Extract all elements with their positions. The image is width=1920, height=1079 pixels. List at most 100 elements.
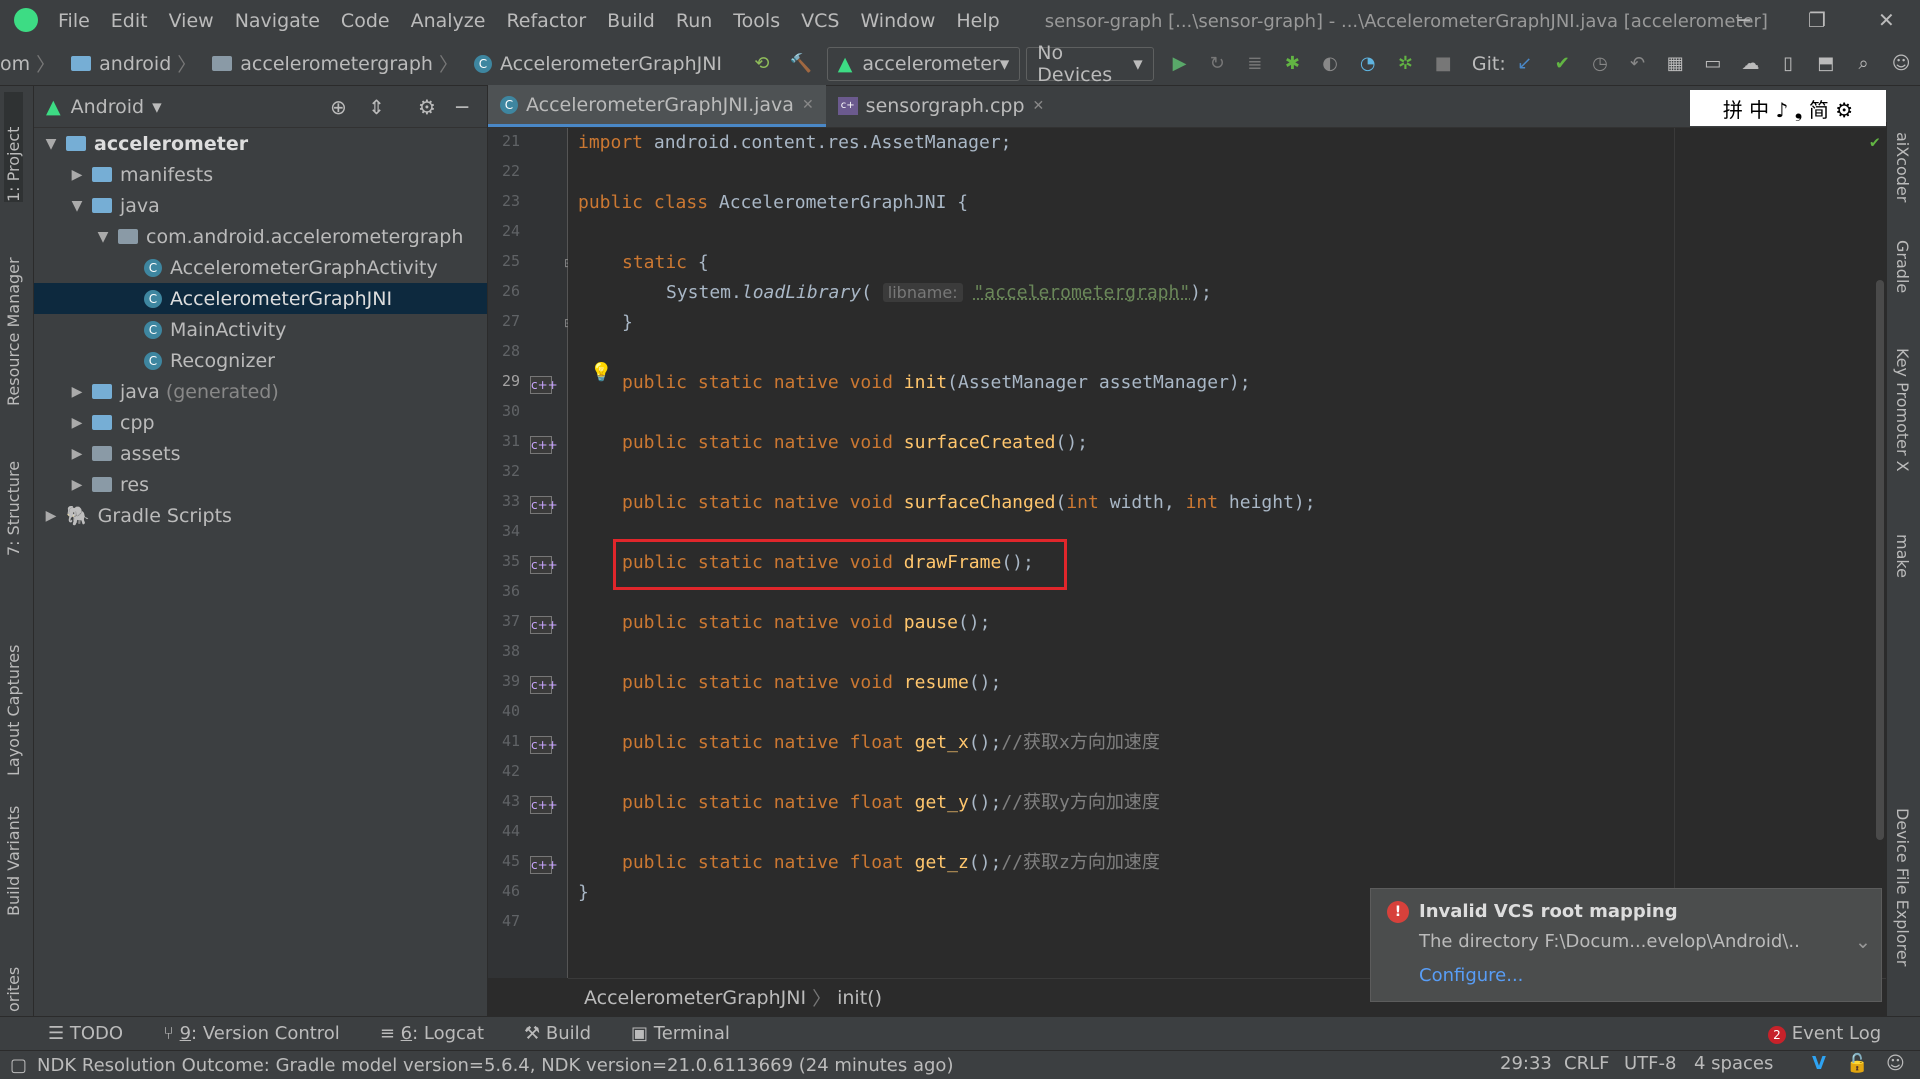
tree-item-main-activity[interactable]: C MainActivity (34, 314, 487, 345)
profile-icon[interactable]: ◔ (1358, 53, 1378, 75)
native-cpp-link-icon[interactable]: c++ (530, 736, 558, 754)
configure-link[interactable]: Configure... (1419, 965, 1523, 986)
expanded-arrow-icon[interactable]: ▼ (68, 198, 86, 214)
attach-debugger-icon[interactable]: ✲ (1396, 53, 1416, 75)
close-icon[interactable]: ✕ (1878, 8, 1895, 32)
tool-favorites[interactable]: orites (4, 962, 23, 1012)
ime-toolbar[interactable]: 拼 中 ♪ ❟ 简 ⚙ (1690, 90, 1886, 126)
tool-make[interactable]: make (1893, 534, 1912, 578)
menu-help[interactable]: Help (956, 10, 999, 32)
locate-icon[interactable]: ⊕ (330, 95, 347, 119)
git-history-icon[interactable]: ◷ (1590, 53, 1610, 75)
menu-tools[interactable]: Tools (733, 10, 780, 32)
native-cpp-link-icon[interactable]: c++ (530, 556, 558, 574)
menu-navigate[interactable]: Navigate (235, 10, 320, 32)
tool-version-control[interactable]: ⑂ 9: Version Control (163, 1023, 340, 1044)
coverage-icon[interactable]: ◐ (1320, 53, 1340, 75)
collapsed-arrow-icon[interactable]: ▶ (68, 446, 86, 462)
native-cpp-link-icon[interactable]: c++ (530, 796, 558, 814)
inspection-ok-icon[interactable]: ✔ (1870, 132, 1880, 151)
menu-build[interactable]: Build (607, 10, 655, 32)
collapse-all-icon[interactable]: ⇕ (368, 95, 385, 119)
tree-item-manifests[interactable]: ▶ manifests (34, 159, 487, 190)
menu-run[interactable]: Run (676, 10, 712, 32)
tree-item-assets[interactable]: ▶ assets (34, 438, 487, 469)
minimize-icon[interactable]: ─ (1738, 8, 1750, 32)
nav-crumb-android[interactable]: android 〉 (71, 50, 202, 77)
tree-item-cpp[interactable]: ▶ cpp (34, 407, 487, 438)
tree-item-res[interactable]: ▶ res (34, 469, 487, 500)
native-cpp-link-icon[interactable]: c++ (530, 496, 558, 514)
tool-layout-captures[interactable]: Layout Captures (4, 606, 23, 776)
tool-logcat[interactable]: ≡ 6: Logcat (380, 1023, 484, 1044)
account-icon[interactable]: ☺ (1891, 53, 1911, 75)
lock-icon[interactable]: 🔓 (1846, 1053, 1868, 1074)
line-separator[interactable]: CRLF (1564, 1053, 1609, 1074)
breadcrumb-method[interactable]: init() (837, 987, 882, 1009)
nav-crumb-root[interactable]: om 〉 (0, 50, 61, 77)
vim-icon[interactable]: V (1812, 1053, 1826, 1074)
tree-item-accelerometer[interactable]: ▼ accelerometer (34, 128, 487, 159)
device-manager-icon[interactable]: ▯ (1778, 53, 1798, 75)
tool-aixcoder[interactable]: aiXcoder (1893, 132, 1912, 202)
status-panel-icon[interactable]: ▢ (10, 1055, 27, 1076)
menu-vcs[interactable]: VCS (801, 10, 839, 32)
native-cpp-link-icon[interactable]: c++ (530, 376, 558, 394)
collapsed-arrow-icon[interactable]: ▶ (68, 415, 86, 431)
collapsed-arrow-icon[interactable]: ▶ (42, 508, 60, 524)
debug-icon[interactable]: ✱ (1283, 53, 1303, 75)
chevron-down-icon[interactable]: ⌄ (1855, 931, 1871, 953)
tree-item-package[interactable]: ▼ com.android.accelerometergraph (34, 221, 487, 252)
event-log-button[interactable]: 2 Event Log (1768, 1023, 1881, 1044)
search-icon[interactable]: ⌕ (1854, 53, 1874, 75)
menu-analyze[interactable]: Analyze (411, 10, 486, 32)
apply-changes-icon[interactable]: ↻ (1207, 53, 1227, 75)
breadcrumb-class[interactable]: AccelerometerGraphJNI (584, 987, 806, 1009)
expanded-arrow-icon[interactable]: ▼ (94, 229, 112, 245)
close-tab-icon[interactable]: ✕ (1033, 98, 1045, 114)
tool-build-variants[interactable]: Build Variants (4, 786, 23, 916)
run-config-select[interactable]: ▲ accelerometer ▾ (826, 46, 1021, 81)
menu-code[interactable]: Code (341, 10, 390, 32)
collapsed-arrow-icon[interactable]: ▶ (68, 167, 86, 183)
native-cpp-link-icon[interactable]: c++ (530, 616, 558, 634)
device-select[interactable]: No Devices ▾ (1026, 42, 1154, 86)
nav-crumb-package[interactable]: accelerometergraph 〉 (212, 50, 464, 77)
native-cpp-link-icon[interactable]: c++ (530, 676, 558, 694)
caret-position[interactable]: 29:33 (1500, 1053, 1552, 1074)
file-encoding[interactable]: UTF-8 (1624, 1053, 1676, 1074)
menu-view[interactable]: View (169, 10, 214, 32)
menu-file[interactable]: File (58, 10, 90, 32)
tool-key-promoter[interactable]: Key Promoter X (1893, 348, 1912, 472)
tree-item-accelerometer-graph-jni[interactable]: C AccelerometerGraphJNI (34, 283, 487, 314)
tool-todo[interactable]: ☰ TODO (48, 1023, 123, 1044)
tool-device-file-explorer[interactable]: Device File Explorer (1893, 808, 1912, 966)
restore-icon[interactable]: ❐ (1808, 8, 1826, 32)
native-cpp-link-icon[interactable]: c++ (530, 856, 558, 874)
tree-item-recognizer[interactable]: C Recognizer (34, 345, 487, 376)
tool-structure[interactable]: 7: Structure (4, 456, 23, 556)
indent-setting[interactable]: 4 spaces (1694, 1053, 1773, 1074)
status-message[interactable]: NDK Resolution Outcome: Gradle model ver… (37, 1055, 953, 1076)
tab-accelerometer-graph-jni[interactable]: C AccelerometerGraphJNI.java ✕ (488, 85, 826, 127)
git-commit-icon[interactable]: ✔ (1552, 53, 1572, 75)
menu-window[interactable]: Window (860, 10, 935, 32)
gradle-sync-icon[interactable]: ☁ (1741, 53, 1761, 75)
collapsed-arrow-icon[interactable]: ▶ (68, 477, 86, 493)
tool-resource-manager[interactable]: Resource Manager (4, 246, 23, 406)
gear-icon[interactable]: ⚙ (418, 95, 436, 119)
hide-panel-icon[interactable]: ─ (456, 95, 468, 119)
tool-project[interactable]: 1: Project (4, 92, 23, 202)
run-icon[interactable]: ▶ (1170, 53, 1190, 75)
tool-build[interactable]: ⚒ Build (524, 1023, 591, 1044)
tree-item-accelerometer-graph-activity[interactable]: C AccelerometerGraphActivity (34, 252, 487, 283)
inspector-icon[interactable]: ☺ (1886, 1053, 1905, 1074)
collapsed-arrow-icon[interactable]: ▶ (68, 384, 86, 400)
avd-manager-icon[interactable]: ▭ (1703, 53, 1723, 75)
editor-scrollbar[interactable] (1876, 280, 1884, 840)
tree-item-gradle-scripts[interactable]: ▶ 🐘 Gradle Scripts (34, 500, 487, 531)
chevron-down-icon[interactable]: ▾ (152, 96, 162, 118)
menu-refactor[interactable]: Refactor (506, 10, 586, 32)
git-rollback-icon[interactable]: ↶ (1628, 53, 1648, 75)
expanded-arrow-icon[interactable]: ▼ (42, 136, 60, 152)
